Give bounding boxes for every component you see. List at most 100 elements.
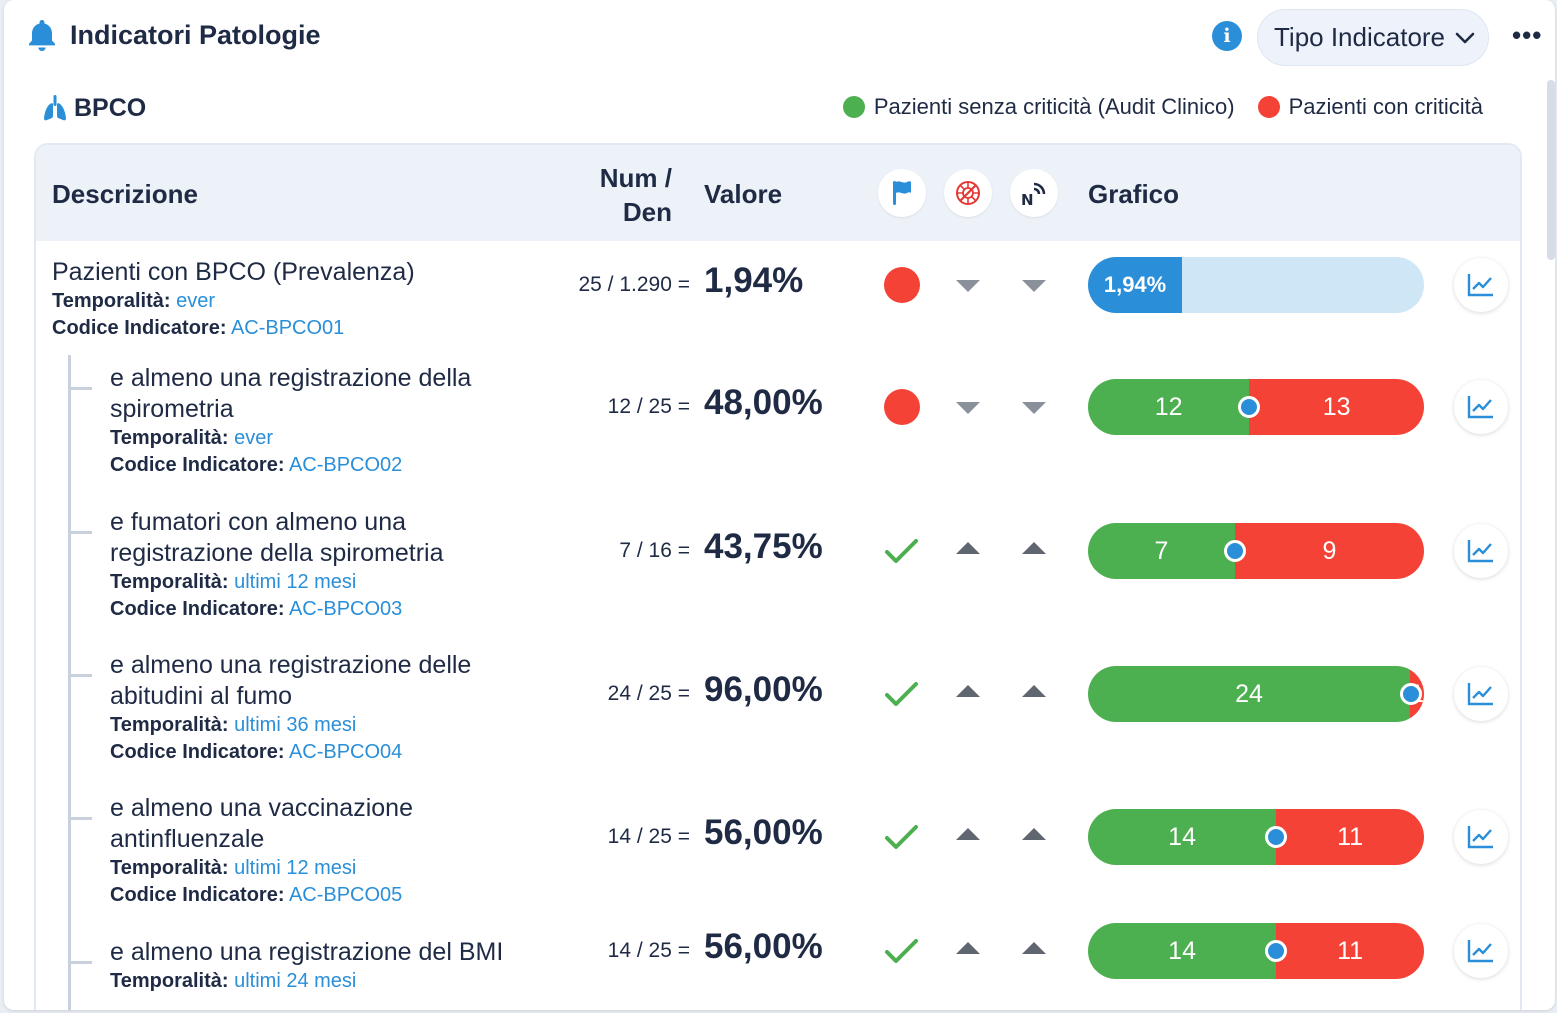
red-segment: 9: [1235, 523, 1424, 579]
codice-value: AC-BPCO03: [288, 598, 403, 620]
temporalita-line: Temporalità: ultimi 36 mesi: [110, 712, 510, 739]
open-chart-button[interactable]: [1454, 810, 1508, 864]
indicatori-patologie-panel: Indicatori Patologie i Tipo Indicatore •…: [4, 0, 1555, 1010]
indicator-description: e almeno una registrazione del BMI Tempo…: [110, 937, 510, 995]
header-grafico: Grafico: [1088, 179, 1180, 209]
indicator-description: e fumatori con almeno una registrazione …: [110, 507, 510, 623]
column-no-virus[interactable]: [944, 169, 992, 217]
red-dot-icon: [884, 389, 920, 425]
split-marker: [1265, 826, 1288, 848]
trend-down-icon: [956, 402, 980, 414]
codice-label: Codice Indicatore:: [110, 884, 285, 906]
panel-header: Indicatori Patologie i Tipo Indicatore •…: [4, 0, 1555, 74]
page-title: Indicatori Patologie: [70, 20, 321, 50]
temporalita-line: Temporalità: ultimi 12 mesi: [110, 855, 510, 882]
check-icon: [885, 939, 918, 963]
num-den: 14 / 25 =: [607, 939, 690, 962]
table-header: Descrizione Num / Den Valore N Grafico: [36, 145, 1520, 241]
split-marker: [1399, 683, 1422, 705]
open-chart-button[interactable]: [1454, 667, 1508, 721]
red-segment: 13: [1249, 379, 1424, 435]
legend: Pazienti senza criticità (Audit Clinico)…: [820, 94, 1483, 120]
trend-up-icon: [956, 942, 980, 954]
codice-line: Codice Indicatore: AC-BPCO01: [52, 315, 472, 342]
open-chart-button[interactable]: [1454, 924, 1508, 978]
indicator-value: 48,00%: [704, 383, 823, 422]
trend-down-icon: [1022, 280, 1046, 292]
info-icon[interactable]: i: [1212, 21, 1242, 51]
more-options-icon[interactable]: •••: [1512, 22, 1542, 48]
indicators-table: Descrizione Num / Den Valore N Grafico P…: [34, 143, 1522, 1010]
codice-label: Codice Indicatore:: [110, 454, 285, 476]
codice-value: AC-BPCO01: [230, 317, 345, 339]
legend-item-critical: Pazienti con criticità: [1257, 94, 1483, 120]
red-dot-icon: [884, 267, 920, 303]
chart-bar: 241: [1088, 666, 1424, 722]
indicator-description: e almeno una registrazione delle abitudi…: [110, 650, 510, 766]
lungs-icon: [44, 95, 66, 121]
column-network[interactable]: N: [1010, 169, 1058, 217]
chevron-down-icon: [1455, 32, 1475, 43]
open-chart-button[interactable]: [1454, 524, 1508, 578]
trend-up-icon: [956, 685, 980, 697]
temporalita-label: Temporalità:: [110, 857, 229, 879]
temporalita-label: Temporalità:: [110, 427, 229, 449]
codice-label: Codice Indicatore:: [52, 317, 227, 339]
chart-bar: 14 11: [1088, 923, 1424, 979]
tree-connector: [68, 961, 92, 964]
split-marker: [1265, 940, 1288, 962]
chart-bar: 12 13: [1088, 379, 1424, 435]
temporalita-value: ultimi 12 mesi: [234, 857, 357, 879]
tree-line: [68, 355, 71, 1010]
temporalita-line: Temporalità: ever: [110, 425, 510, 452]
tree-connector: [68, 817, 92, 820]
header-descrizione: Descrizione: [52, 179, 198, 209]
indicator-title: e almeno una registrazione delle abitudi…: [110, 651, 472, 710]
header-numden-line1: Num /: [599, 163, 672, 193]
temporalita-value: ever: [176, 290, 216, 312]
indicator-title: Pazienti con BPCO (Prevalenza): [52, 258, 415, 286]
flag-icon: [893, 181, 911, 205]
check-icon: [885, 682, 918, 706]
indicator-description: e almeno una vaccinazione antinfluenzale…: [110, 793, 510, 909]
red-segment: 11: [1276, 809, 1424, 865]
codice-line: Codice Indicatore: AC-BPCO05: [110, 882, 510, 909]
indicator-description: Pazienti con BPCO (Prevalenza) Temporali…: [52, 257, 472, 342]
green-segment: 12: [1088, 379, 1250, 435]
codice-label: Codice Indicatore:: [110, 741, 285, 763]
open-chart-button[interactable]: [1454, 380, 1508, 434]
num-den: 14 / 25 =: [607, 825, 690, 848]
scrollbar-thumb[interactable]: [1547, 80, 1555, 260]
indicator-value: 56,00%: [704, 927, 823, 966]
trend-down-icon: [956, 280, 980, 292]
line-chart-icon: [1467, 274, 1493, 297]
indicator-title: e fumatori con almeno una registrazione …: [110, 508, 444, 567]
network-signal-icon: N: [1021, 182, 1046, 208]
indicator-value: 43,75%: [704, 527, 823, 566]
indicator-title: e almeno una registrazione del BMI: [110, 938, 504, 966]
header-valore: Valore: [704, 179, 783, 209]
indicator-value: 1,94%: [704, 261, 804, 300]
percent-segment: 1,94%: [1088, 257, 1183, 313]
chart-bar: 14 11: [1088, 809, 1424, 865]
trend-up-icon: [956, 542, 980, 554]
codice-value: AC-BPCO05: [288, 884, 403, 906]
tipo-indicatore-dropdown[interactable]: Tipo Indicatore: [1257, 9, 1489, 66]
temporalita-label: Temporalità:: [110, 970, 229, 992]
svg-text:N: N: [1021, 191, 1034, 208]
codice-value: AC-BPCO02: [288, 454, 403, 476]
num-den: 24 / 25 =: [607, 682, 690, 705]
column-flag[interactable]: [878, 169, 926, 217]
check-icon: [885, 825, 918, 849]
temporalita-value: ever: [234, 427, 274, 449]
open-chart-button[interactable]: [1454, 258, 1508, 312]
line-chart-icon: [1467, 826, 1493, 849]
header-numden-line2: Den: [622, 197, 672, 227]
indicator-value: 56,00%: [704, 813, 823, 852]
codice-line: Codice Indicatore: AC-BPCO03: [110, 596, 510, 623]
codice-line: Codice Indicatore: AC-BPCO02: [110, 452, 510, 479]
temporalita-label: Temporalità:: [52, 290, 171, 312]
tree-connector: [68, 674, 92, 677]
temporalita-line: Temporalità: ever: [52, 288, 472, 315]
temporalita-value: ultimi 12 mesi: [234, 571, 357, 593]
